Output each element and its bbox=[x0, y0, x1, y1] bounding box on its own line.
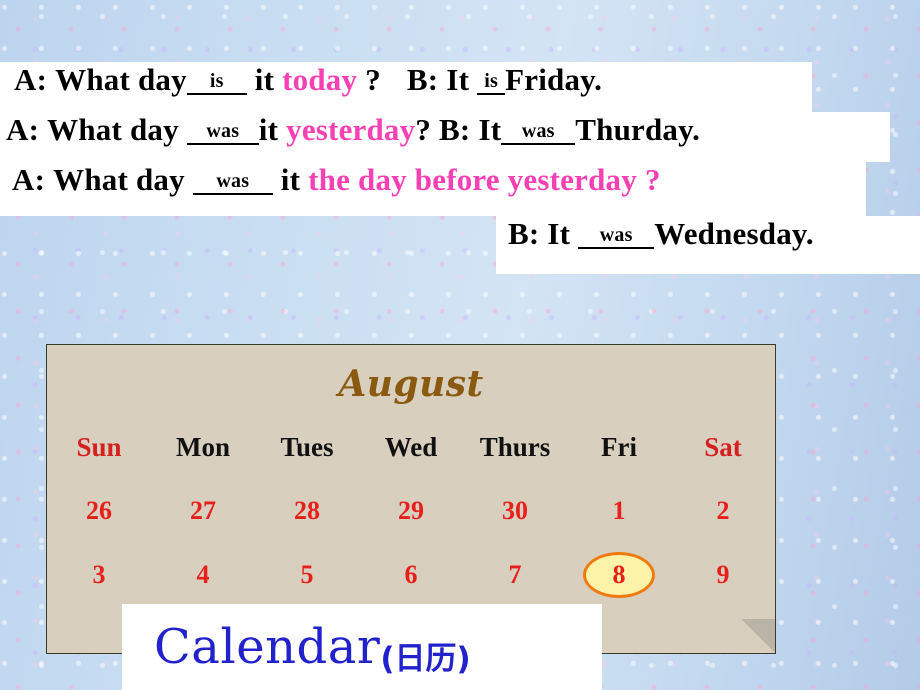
calendar-week-row: 3 4 5 6 7 8 9 bbox=[47, 543, 775, 607]
calendar-weekday-mon: Mon bbox=[176, 431, 230, 462]
line3-question-part2: it bbox=[280, 162, 301, 197]
calendar-date-cell[interactable]: 5 bbox=[255, 543, 359, 607]
line1-speaker-b: B: bbox=[406, 62, 439, 97]
line2-speaker-b: B: bbox=[439, 112, 471, 147]
calendar-date-cell[interactable]: 27 bbox=[151, 479, 255, 543]
line1-speaker-a: A: bbox=[14, 62, 48, 97]
calendar-weekday-tues: Tues bbox=[280, 431, 334, 462]
calendar-date-cell[interactable]: 29 bbox=[359, 479, 463, 543]
calendar-date-cell[interactable]: 7 bbox=[463, 543, 567, 607]
dialogue-line-2: A: What day was it yesterday ? B: It was… bbox=[0, 112, 890, 162]
calendar-month-title: August bbox=[338, 363, 484, 405]
calendar-header-row: Sun Mon Tues Wed Thurs Fri Sat bbox=[47, 415, 775, 479]
line3-blank-1: was bbox=[192, 170, 273, 195]
calendar-date-cell[interactable]: 1 bbox=[567, 479, 671, 543]
line3-question-mark: ? bbox=[644, 162, 661, 197]
calendar-caption-chinese: (日历) bbox=[380, 640, 471, 677]
line2-keyword: yesterday bbox=[286, 112, 416, 147]
line2-blank-2: was bbox=[501, 120, 576, 145]
calendar-date-cell-highlighted[interactable]: 8 bbox=[567, 543, 671, 607]
calendar-weekday-thurs: Thurs bbox=[479, 431, 551, 462]
line2-answer-day: Thurday. bbox=[575, 112, 701, 147]
line3-speaker-a: A: bbox=[12, 162, 46, 197]
dialogue-line-3: A: What day was it the day before yester… bbox=[0, 162, 866, 216]
calendar-caption-box: Calendar (日历) bbox=[122, 604, 602, 690]
line1-blank-2: is bbox=[477, 70, 506, 95]
line4-answer-day: Wednesday. bbox=[654, 216, 814, 251]
line2-blank-1: was bbox=[186, 120, 259, 145]
line1-question-mark: ? bbox=[365, 62, 381, 97]
calendar-weekday-fri: Fri bbox=[601, 431, 637, 462]
line2-question-part1: What day bbox=[47, 112, 179, 147]
line1-question-part1: What day bbox=[55, 62, 187, 97]
dialogue-line-1: A: What day is it today ? B: It is Frida… bbox=[0, 62, 812, 112]
line2-speaker-a: A: bbox=[6, 112, 40, 147]
line2-question-part2: it bbox=[258, 112, 279, 147]
line1-question-part2: it bbox=[254, 62, 275, 97]
dialogue-line-4: B: It was Wednesday. bbox=[496, 216, 920, 274]
calendar-date-cell[interactable]: 9 bbox=[671, 543, 775, 607]
calendar-date-cell[interactable]: 6 bbox=[359, 543, 463, 607]
calendar-date-cell[interactable]: 3 bbox=[47, 543, 151, 607]
line3-question-part1: What day bbox=[53, 162, 185, 197]
calendar-weekday-wed: Wed bbox=[384, 431, 438, 462]
calendar-weekday-sun: Sun bbox=[76, 431, 122, 462]
calendar-date-cell[interactable]: 2 bbox=[671, 479, 775, 543]
calendar-date-cell[interactable]: 30 bbox=[463, 479, 567, 543]
highlighted-date-label: 8 bbox=[612, 560, 626, 589]
line4-answer-it: It bbox=[547, 216, 571, 251]
calendar-date-cell[interactable]: 4 bbox=[151, 543, 255, 607]
page-fold-corner bbox=[741, 619, 776, 654]
calendar-grid: Sun Mon Tues Wed Thurs Fri Sat 26 27 28 … bbox=[47, 415, 775, 607]
line2-question-mark: ? bbox=[415, 112, 432, 147]
line4-speaker-b: B: bbox=[508, 216, 540, 251]
calendar-date-cell[interactable]: 28 bbox=[255, 479, 359, 543]
line1-answer-day: Friday. bbox=[505, 62, 603, 97]
line4-blank: was bbox=[578, 224, 655, 249]
slide-canvas: A: What day is it today ? B: It is Frida… bbox=[0, 0, 920, 690]
line1-answer-it: It bbox=[446, 62, 470, 97]
line3-keyword: the day before yesterday bbox=[308, 162, 637, 197]
highlight-ellipse-wrapper: 8 bbox=[583, 552, 655, 598]
line1-blank-1: is bbox=[186, 70, 247, 95]
calendar-weekday-sat: Sat bbox=[704, 431, 742, 462]
line2-answer-it: It bbox=[478, 112, 502, 147]
line1-keyword: today bbox=[282, 62, 358, 97]
calendar-date-cell[interactable]: 26 bbox=[47, 479, 151, 543]
calendar-caption-english: Calendar bbox=[154, 619, 381, 675]
calendar-week-row: 26 27 28 29 30 1 2 bbox=[47, 479, 775, 543]
